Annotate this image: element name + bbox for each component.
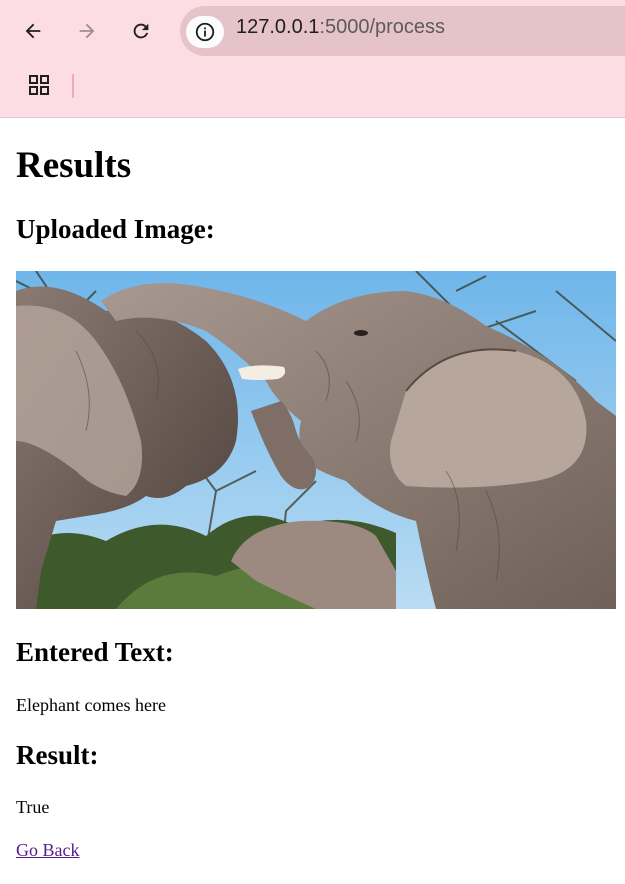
url-host: 127.0.0.1 — [236, 16, 320, 38]
reload-icon — [133, 23, 149, 39]
site-info-button[interactable] — [186, 16, 224, 48]
result-heading: Result: — [16, 740, 99, 770]
result-value: True — [16, 797, 50, 817]
arrow-right-icon — [79, 23, 95, 39]
back-button[interactable] — [15, 13, 51, 49]
url-path: :5000/process — [319, 16, 446, 38]
address-text[interactable]: 127.0.0.1:5000/process — [236, 16, 445, 39]
browser-toolbar: 127.0.0.1:5000/process — [0, 0, 625, 118]
uploaded-image-heading: Uploaded Image: — [16, 214, 215, 244]
apps-grid-icon — [29, 75, 49, 95]
apps-button[interactable] — [24, 70, 54, 100]
forward-button[interactable] — [69, 13, 105, 49]
entered-text-value: Elephant comes here — [16, 695, 166, 715]
reload-button[interactable] — [123, 13, 159, 49]
toolbar-separator — [72, 74, 74, 98]
go-back-link[interactable]: Go Back — [16, 840, 79, 861]
page-title: Results — [16, 145, 132, 186]
info-icon — [195, 22, 215, 42]
uploaded-image — [16, 271, 616, 609]
arrow-left-icon — [25, 23, 41, 39]
entered-text-heading: Entered Text: — [16, 637, 174, 667]
